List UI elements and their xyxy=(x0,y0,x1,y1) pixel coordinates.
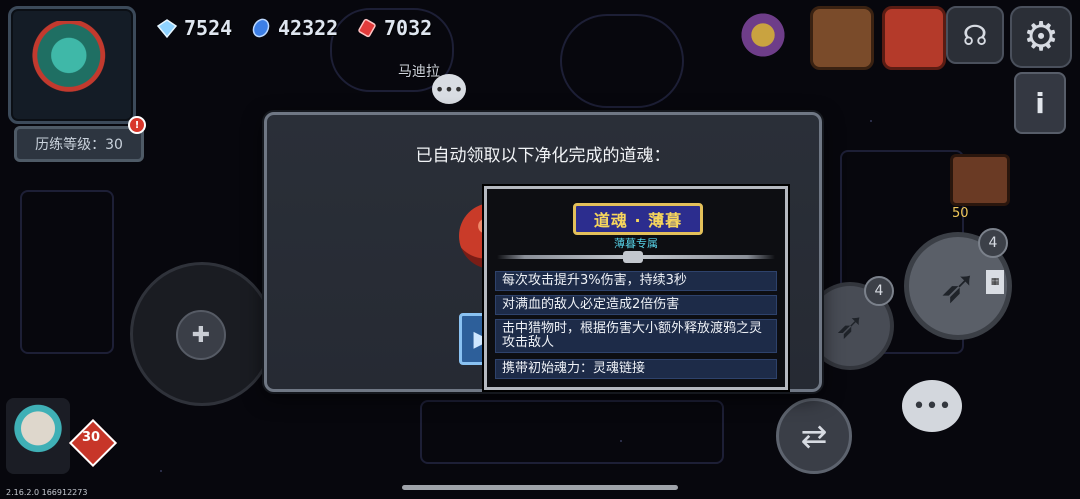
soul-effect-item: 携带初始魂力：灵魂链接 xyxy=(495,359,777,379)
pet-portrait[interactable] xyxy=(6,398,70,474)
star xyxy=(160,470,162,472)
circuit-line xyxy=(420,400,724,464)
alert-icon: ! xyxy=(128,116,146,134)
soul-name-plate: 道魂 · 薄暮 xyxy=(573,203,703,235)
blue-stones-value: 42322 xyxy=(278,16,339,40)
star xyxy=(870,120,872,122)
divider-ornament-icon xyxy=(623,251,643,263)
weapon-swap-button[interactable]: ⇄ xyxy=(776,398,852,474)
soul-tooltip: 道魂 · 薄暮 薄暮专属 每次攻击提升3%伤害，持续3秒 对满血的敌人必定造成2… xyxy=(484,186,788,390)
currency-gems[interactable]: 7524 xyxy=(156,14,232,42)
blue-crystal-icon xyxy=(252,18,270,38)
soul-subtitle: 薄暮专属 xyxy=(614,237,658,250)
bow-skill-charges: 4 xyxy=(978,228,1008,258)
soul-effect-item: 对满血的敌人必定造成2倍伤害 xyxy=(495,295,777,315)
player-level-label: 历练等级：30 xyxy=(35,137,123,153)
diamond-icon xyxy=(156,19,178,39)
circuit-line xyxy=(560,14,684,108)
currency-blue-stones[interactable]: 42322 xyxy=(250,14,338,42)
dragon-portrait-icon xyxy=(31,21,115,107)
version-label: 2.16.2.0 166912273 xyxy=(6,488,88,497)
circuit-line xyxy=(20,190,114,354)
npc-name-label: 马迪拉 xyxy=(398,64,440,80)
soul-effect-item: 击中猎物时，根据伤害大小额外释放渡鸦之灵攻击敌人 xyxy=(495,319,777,353)
red-gem-icon xyxy=(358,18,376,38)
dpad-icon[interactable]: ✚ xyxy=(176,310,226,360)
player-level-badge[interactable]: 历练等级：30 xyxy=(14,126,144,162)
home-indicator[interactable] xyxy=(402,485,678,490)
reward-chest-icon[interactable] xyxy=(950,154,1010,206)
info-book-icon[interactable]: i xyxy=(1014,72,1066,134)
coin-count: 50 xyxy=(952,206,969,221)
skill-tag-icon: ▦ xyxy=(986,270,1004,294)
dialog-title: 已自动领取以下净化完成的道魂： xyxy=(415,146,671,166)
npc-speech-icon[interactable]: ••• xyxy=(432,74,466,104)
player-avatar[interactable] xyxy=(8,6,136,124)
chat-icon[interactable]: ••• xyxy=(902,380,962,432)
red-stones-value: 7032 xyxy=(384,16,433,40)
treasure-chest-icon[interactable] xyxy=(810,6,874,70)
gift-box-icon[interactable] xyxy=(882,6,946,70)
pet-level-value: 30 xyxy=(81,430,101,445)
gems-value: 7524 xyxy=(184,16,233,40)
secondary-skill-charges: 4 xyxy=(864,276,894,306)
settings-gear-icon[interactable]: ⚙ xyxy=(1010,6,1072,68)
customer-service-icon[interactable]: ☊ xyxy=(946,6,1004,64)
soul-effect-item: 每次攻击提升3%伤害，持续3秒 xyxy=(495,271,777,291)
festival-event-icon[interactable] xyxy=(734,6,792,64)
currency-red-stones[interactable]: 7032 xyxy=(356,14,432,42)
